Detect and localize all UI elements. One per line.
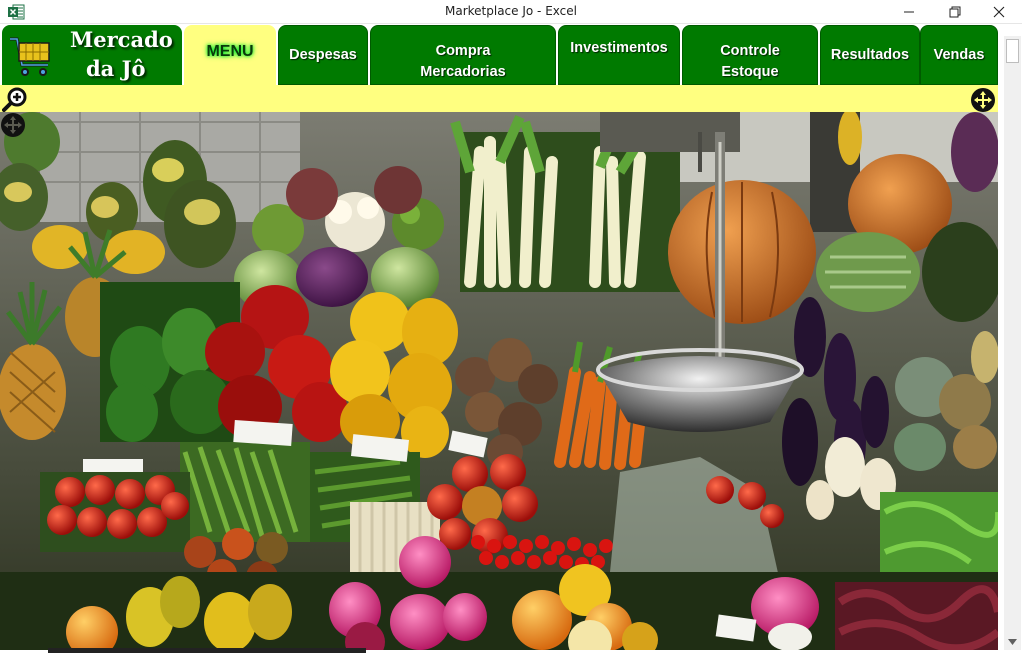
move-handle-icon[interactable]: [0, 112, 26, 138]
tab-vendas-label: Vendas: [933, 46, 985, 63]
tab-menu-label: MENU: [206, 43, 254, 60]
scroll-down-button[interactable]: [1004, 633, 1021, 650]
tab-vendas[interactable]: Vendas: [920, 25, 998, 85]
tab-despesas-label: Despesas: [289, 46, 357, 63]
tab-compra-mercadorias-label: Compra Mercadorias: [420, 43, 506, 80]
tab-investimentos-label: Investimentos: [570, 39, 668, 56]
tab-resultados-label: Resultados: [830, 46, 910, 63]
logo-line-1: Mercado: [70, 27, 173, 52]
tab-compra-mercadorias[interactable]: Compra Mercadorias: [370, 25, 556, 85]
tab-controle-estoque[interactable]: Controle Estoque: [682, 25, 818, 85]
vegetable-stall-illustration: [0, 112, 998, 650]
logo-line-2: da Jô: [86, 56, 146, 81]
move-icon[interactable]: [970, 87, 996, 113]
zoom-in-icon[interactable]: [2, 86, 28, 112]
tab-investimentos[interactable]: Investimentos: [558, 25, 680, 85]
tab-despesas[interactable]: Despesas: [278, 25, 368, 85]
vertical-scrollbar[interactable]: [1004, 36, 1021, 650]
chevron-down-icon: [1008, 638, 1017, 645]
window-title-bar: Marketplace Jo - Excel: [0, 0, 1022, 24]
scroll-thumb[interactable]: [1006, 39, 1019, 63]
close-icon: [993, 6, 1005, 18]
toolbar-strip: [0, 85, 998, 112]
store-logo: Mercado da Jô: [2, 25, 182, 85]
close-button[interactable]: [976, 0, 1022, 24]
restore-icon: [949, 6, 961, 18]
horizontal-scrollbar-thumb[interactable]: [48, 648, 366, 653]
market-photo: [0, 112, 998, 650]
shopping-cart-icon: [10, 37, 50, 76]
tab-resultados[interactable]: Resultados: [820, 25, 920, 85]
minimize-button[interactable]: [886, 0, 932, 24]
window-title: Marketplace Jo - Excel: [445, 4, 577, 18]
main-navigation: Mercado da Jô MENU Despesas Compra Merca…: [0, 24, 1022, 85]
restore-button[interactable]: [932, 0, 978, 24]
tab-controle-estoque-label: Controle Estoque: [720, 43, 780, 80]
tab-menu[interactable]: MENU: [184, 25, 276, 85]
minimize-icon: [904, 11, 914, 13]
